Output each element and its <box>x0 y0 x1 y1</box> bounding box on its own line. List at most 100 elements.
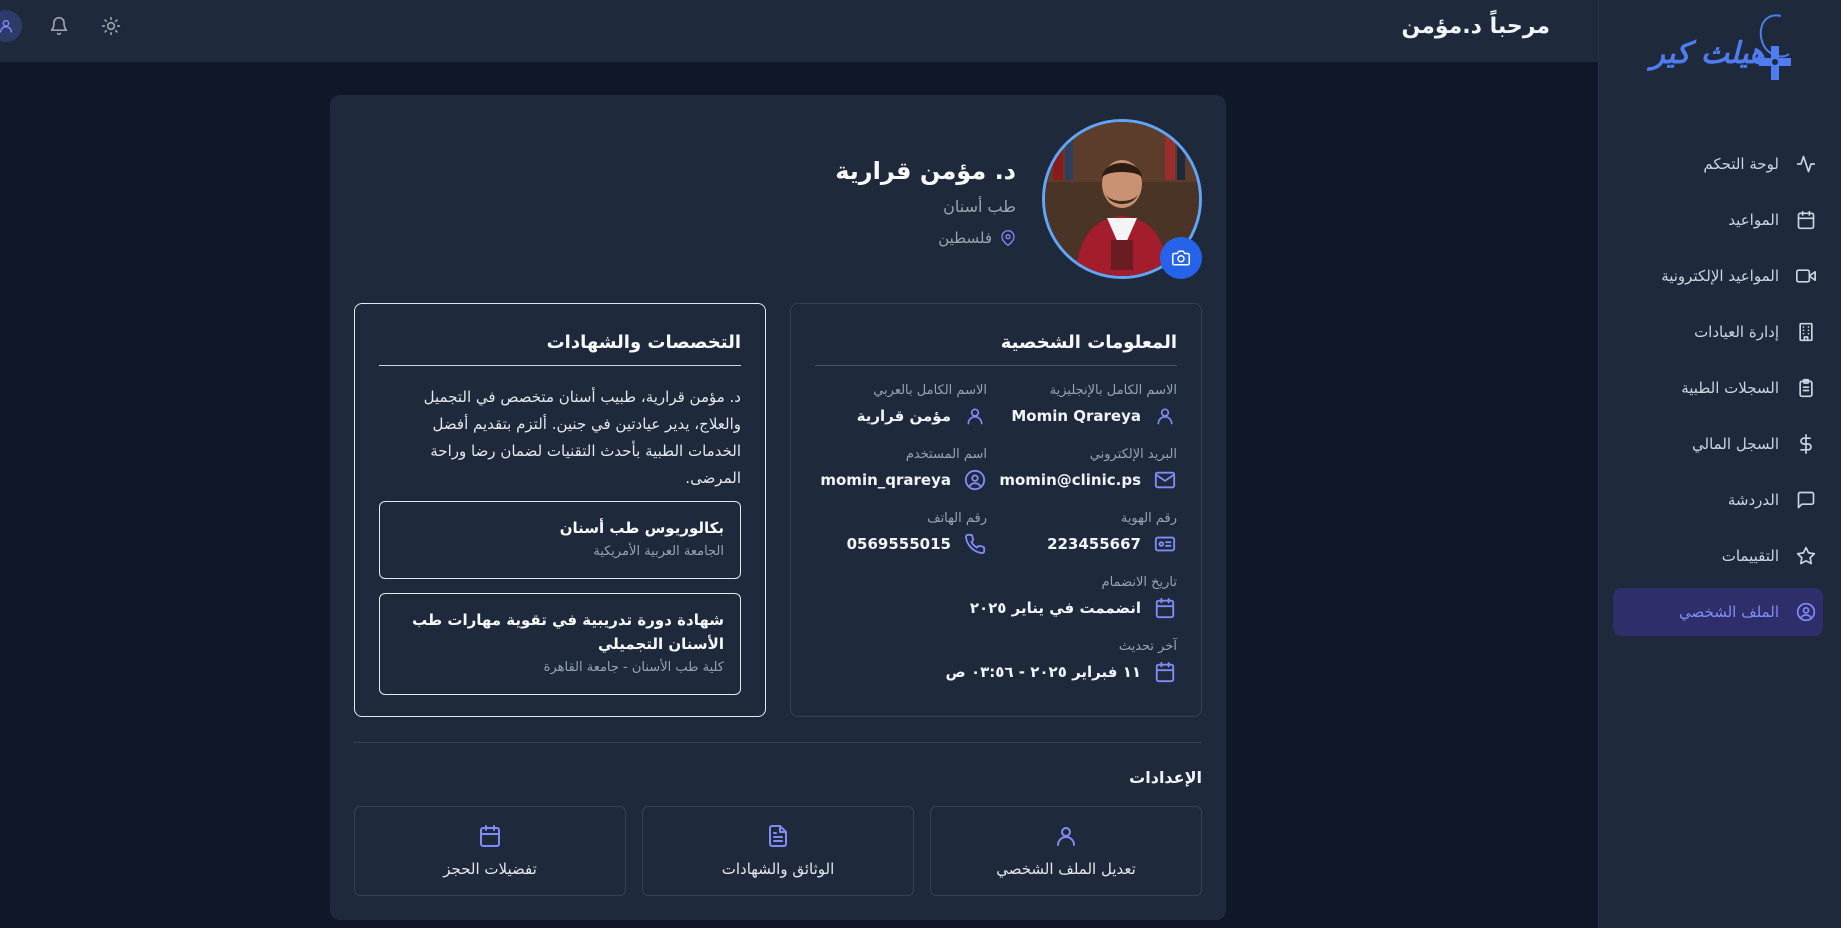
specialties-title: التخصصات والشهادات <box>546 332 741 353</box>
settings-title: الإعدادات <box>1129 768 1202 787</box>
change-photo-button[interactable] <box>1160 237 1202 279</box>
field-label: البريد الإلكتروني <box>1089 447 1177 462</box>
field-value: ١١ فبراير ٢٠٢٥ - ٠٣:٥٦ ص <box>945 663 1141 681</box>
sidebar-item-profile[interactable]: الملف الشخصي <box>1613 588 1823 636</box>
field-last-updated: آخر تحديث ١١ فبراير ٢٠٢٥ - ٠٣:٥٦ ص <box>937 639 1177 684</box>
logo-text: هيلث كير <box>1650 36 1765 71</box>
sidebar-item-label: الدردشة <box>1727 491 1779 509</box>
calendar-icon <box>1153 596 1177 620</box>
sidebar-item-label: السجلات الطبية <box>1681 379 1779 397</box>
sun-icon <box>101 16 121 36</box>
theme-toggle-button[interactable] <box>96 11 126 41</box>
certificate-institution: كلية طب الأسنان - جامعة القاهرة <box>543 660 724 675</box>
sidebar-item-financial[interactable]: السجل المالي <box>1613 420 1823 468</box>
file-text-icon <box>766 824 790 848</box>
field-value: momin_qrareya <box>820 471 951 489</box>
field-joined: تاريخ الانضمام انضممت في يناير ٢٠٢٥ <box>957 575 1177 620</box>
certificate-institution: الجامعة العربية الأمريكية <box>593 544 724 559</box>
doctor-location: فلسطين <box>938 229 1016 247</box>
sidebar-item-label: السجل المالي <box>1692 435 1779 453</box>
field-username: اسم المستخدم momin_qrareya <box>807 447 987 492</box>
field-id-number: رقم الهوية 223455667 <box>997 511 1177 556</box>
calendar-icon <box>478 824 502 848</box>
field-name-en: الاسم الكامل بالإنجليزية Momin Qrareya <box>997 383 1177 428</box>
clipboard-icon <box>1793 375 1819 401</box>
brand-logo[interactable]: هيلث كير <box>1631 10 1801 90</box>
sidebar-item-label: لوحة التحكم <box>1703 155 1779 173</box>
building-icon <box>1793 319 1819 345</box>
personal-info-title: المعلومات الشخصية <box>1000 332 1177 353</box>
button-label: تعديل الملف الشخصي <box>996 860 1136 878</box>
sidebar-item-label: الملف الشخصي <box>1679 603 1779 621</box>
sidebar: هيلث كير لوحة التحكم المواعيد المواعيد ا… <box>1598 0 1841 928</box>
doctor-bio: د. مؤمن قرارية، طبيب أسنان متخصص في التج… <box>423 388 741 487</box>
section-divider <box>354 742 1202 743</box>
booking-preferences-button[interactable]: تفضيلات الحجز <box>354 806 626 896</box>
doctor-name: د. مؤمن قرارية <box>835 157 1016 185</box>
field-label: رقم الهاتف <box>927 511 987 526</box>
divider <box>379 365 741 366</box>
user-icon <box>963 404 987 428</box>
notifications-button[interactable] <box>44 11 74 41</box>
chat-icon <box>1793 487 1819 513</box>
button-label: تفضيلات الحجز <box>443 860 537 878</box>
dollar-icon <box>1793 431 1819 457</box>
sidebar-item-chat[interactable]: الدردشة <box>1613 476 1823 524</box>
sidebar-item-label: المواعيد <box>1728 211 1779 229</box>
certificate-item: شهادة دورة تدريبية في تقوية مهارات طب ال… <box>379 593 741 695</box>
activity-icon <box>1793 151 1819 177</box>
profile-card: د. مؤمن قرارية طب أسنان فلسطين المعلومات… <box>330 95 1226 920</box>
certificate-title: شهادة دورة تدريبية في تقوية مهارات طب ال… <box>412 611 724 653</box>
field-label: تاريخ الانضمام <box>1101 575 1177 590</box>
specialties-panel: التخصصات والشهادات د. مؤمن قرارية، طبيب … <box>354 303 766 717</box>
sidebar-item-dashboard[interactable]: لوحة التحكم <box>1613 140 1823 188</box>
certificate-title: بكالوريوس طب أسنان <box>559 519 724 537</box>
field-value: 223455667 <box>1047 535 1141 553</box>
camera-icon <box>1172 249 1190 267</box>
field-value: انضممت في يناير ٢٠٢٥ <box>969 599 1141 617</box>
field-value: 0569555015 <box>846 535 951 553</box>
avatar-container <box>1042 119 1202 279</box>
field-label: اسم المستخدم <box>905 447 987 462</box>
calendar-icon <box>1153 660 1177 684</box>
divider <box>815 365 1177 366</box>
id-card-icon <box>1153 532 1177 556</box>
user-icon <box>1153 404 1177 428</box>
map-pin-icon <box>1000 230 1016 246</box>
field-label: الاسم الكامل بالعربي <box>873 383 987 398</box>
sidebar-item-reviews[interactable]: التقييمات <box>1613 532 1823 580</box>
button-label: الوثائق والشهادات <box>721 860 835 878</box>
topbar: مرحباً د.مؤمن <box>0 0 1598 62</box>
calendar-icon <box>1793 207 1819 233</box>
field-email: البريد الإلكتروني momin@clinic.ps <box>997 447 1177 492</box>
sidebar-item-online-appointments[interactable]: المواعيد الإلكترونية <box>1613 252 1823 300</box>
star-icon <box>1793 543 1819 569</box>
sidebar-item-medical-records[interactable]: السجلات الطبية <box>1613 364 1823 412</box>
user-circle-icon <box>1793 599 1819 625</box>
user-icon <box>0 18 14 34</box>
bell-icon <box>49 16 69 36</box>
sidebar-item-label: إدارة العيادات <box>1694 323 1779 341</box>
location-text: فلسطين <box>938 229 992 247</box>
user-icon <box>1054 824 1078 848</box>
user-menu-button[interactable] <box>0 10 22 42</box>
sidebar-item-appointments[interactable]: المواعيد <box>1613 196 1823 244</box>
field-phone: رقم الهاتف 0569555015 <box>807 511 987 556</box>
sidebar-item-label: المواعيد الإلكترونية <box>1661 267 1779 285</box>
welcome-title: مرحباً د.مؤمن <box>1401 14 1550 39</box>
certificate-item: بكالوريوس طب أسنان الجامعة العربية الأمر… <box>379 501 741 579</box>
phone-icon <box>963 532 987 556</box>
video-icon <box>1793 263 1819 289</box>
doctor-specialty: طب أسنان <box>943 197 1016 216</box>
topbar-actions <box>0 10 148 42</box>
user-circle-icon <box>963 468 987 492</box>
field-value: مؤمن قرارية <box>856 407 951 425</box>
mail-icon <box>1153 468 1177 492</box>
edit-profile-button[interactable]: تعديل الملف الشخصي <box>930 806 1202 896</box>
sidebar-item-clinics[interactable]: إدارة العيادات <box>1613 308 1823 356</box>
field-label: آخر تحديث <box>1118 639 1177 654</box>
personal-info-panel: المعلومات الشخصية الاسم الكامل بالإنجليز… <box>790 303 1202 717</box>
documents-button[interactable]: الوثائق والشهادات <box>642 806 914 896</box>
field-value: momin@clinic.ps <box>999 471 1141 489</box>
field-label: رقم الهوية <box>1120 511 1177 526</box>
